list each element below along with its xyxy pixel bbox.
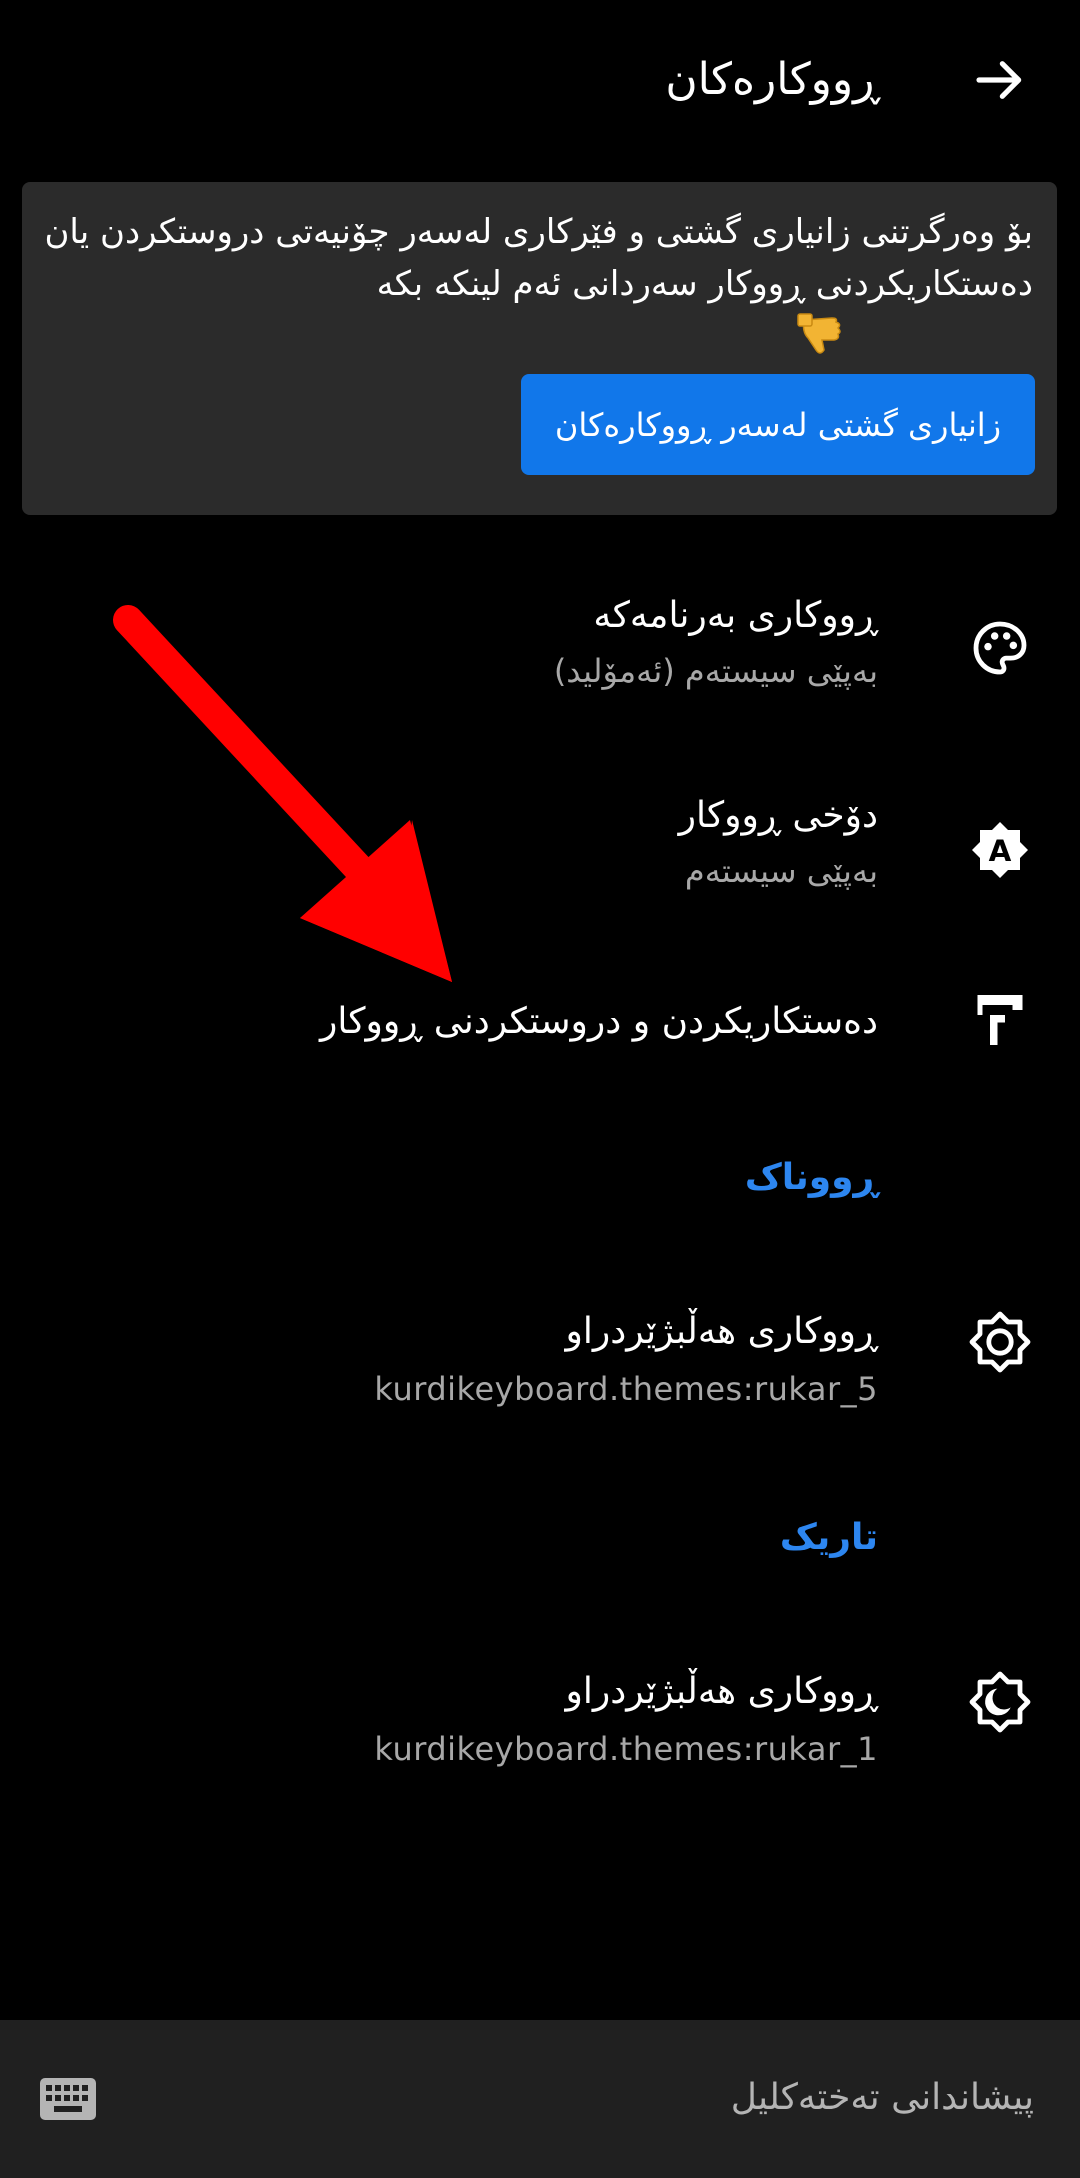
pref-edit-theme[interactable]: دەستکاریکردن و دروستکردنی ڕووکار xyxy=(0,960,1080,1090)
pointing-down-hand-emoji xyxy=(794,310,846,362)
pref-theme-mode[interactable]: A دۆخی ڕووکار بەپێی سیستەم xyxy=(0,760,1080,920)
pref-app-theme[interactable]: ڕووکاری بەرنامەکە بەپێی سیستەم (ئەمۆلید) xyxy=(0,560,1080,720)
page-title: ڕووکارەکان xyxy=(665,54,880,105)
keyboard-icon[interactable] xyxy=(40,2078,96,2120)
keyboard-preview-bar[interactable]: پیشاندانی تەختەکلیل xyxy=(0,2020,1080,2178)
auto-brightness-icon: A xyxy=(968,818,1032,882)
palette-icon xyxy=(968,616,1032,680)
pref-summary: kurdikeyboard.themes:rukar_5 xyxy=(374,1370,878,1408)
top-app-bar: ڕووکارەکان xyxy=(0,0,1080,160)
keyboard-preview-label: پیشاندانی تەختەکلیل xyxy=(730,2077,1034,2118)
category-dark: تاریک xyxy=(779,1517,878,1558)
pref-light-theme[interactable]: ڕووکاری هەڵبژێردراو kurdikeyboard.themes… xyxy=(0,1260,1080,1420)
pref-title: ڕووکاری بەرنامەکە xyxy=(593,595,878,636)
svg-text:A: A xyxy=(989,834,1012,868)
category-light: ڕووناک xyxy=(744,1157,878,1198)
paint-roller-icon xyxy=(968,988,1032,1052)
pref-dark-theme[interactable]: ڕووکاری هەڵبژێردراو kurdikeyboard.themes… xyxy=(0,1620,1080,1780)
pref-title: ڕووکاری هەڵبژێردراو xyxy=(565,1671,878,1712)
back-button[interactable] xyxy=(960,40,1040,120)
info-card: بۆ وەرگرتنی زانیاری گشتی و فێرکاری لەسەر… xyxy=(22,182,1057,515)
pref-title: دۆخی ڕووکار xyxy=(678,795,878,836)
pref-title: دەستکاریکردن و دروستکردنی ڕووکار xyxy=(320,1001,878,1042)
sun-icon xyxy=(968,1310,1032,1374)
themes-info-button[interactable]: زانیاری گشتی لەسەر ڕووکارەکان xyxy=(521,374,1035,475)
arrow-right-icon xyxy=(976,61,1022,99)
pref-summary: بەپێی سیستەم (ئەمۆلید) xyxy=(553,652,878,690)
info-card-text: بۆ وەرگرتنی زانیاری گشتی و فێرکاری لەسەر… xyxy=(44,212,1033,304)
pref-summary: بەپێی سیستەم xyxy=(684,852,878,890)
pref-title: ڕووکاری هەڵبژێردراو xyxy=(565,1311,878,1352)
pref-summary: kurdikeyboard.themes:rukar_1 xyxy=(374,1730,878,1768)
moon-icon xyxy=(968,1670,1032,1734)
